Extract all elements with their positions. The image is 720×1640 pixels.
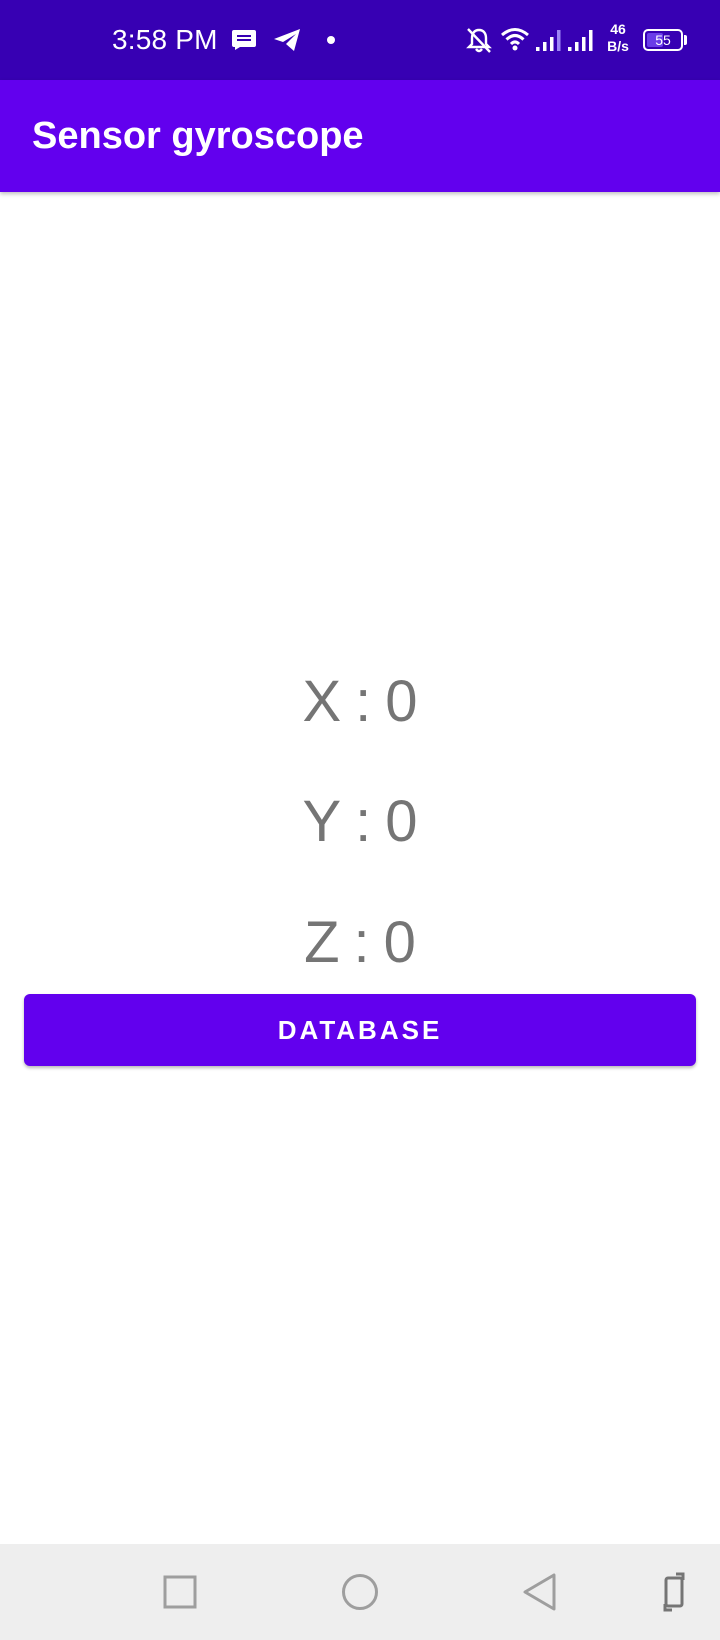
home-icon[interactable] [312, 1544, 408, 1640]
page-title: Sensor gyroscope [32, 115, 364, 157]
z-reading: Z:0 [0, 908, 720, 978]
z-label: Z [304, 910, 340, 975]
signal-icon [536, 30, 561, 51]
x-separator: : [355, 669, 372, 734]
x-reading: X:0 [0, 667, 720, 737]
network-speed-unit: B/s [607, 38, 629, 54]
battery-level: 55 [655, 32, 671, 48]
database-button[interactable]: DATABASE [24, 994, 696, 1066]
y-reading: Y:0 [0, 787, 720, 857]
back-icon[interactable] [492, 1544, 588, 1640]
y-label: Y [302, 789, 342, 854]
rotate-icon[interactable] [626, 1544, 720, 1640]
screen: 3:58 PM 46 B/s 55 Sensor gyroscope X: 0… [0, 0, 720, 1640]
x-label: X [302, 669, 342, 734]
x-value: 0 [385, 669, 418, 734]
z-value: 0 [383, 910, 416, 975]
y-separator: : [355, 789, 372, 854]
signal-icon [568, 30, 593, 51]
message-icon [232, 30, 256, 50]
telegram-icon [274, 29, 300, 51]
recents-icon[interactable] [132, 1544, 228, 1640]
app-bar: Sensor gyroscope [0, 80, 720, 192]
status-time: 3:58 PM [112, 24, 218, 55]
network-speed-value: 46 [610, 21, 626, 37]
z-separator: : [353, 910, 370, 975]
battery-tip [684, 35, 687, 45]
status-bar: 3:58 PM 46 B/s 55 [0, 0, 720, 80]
dot-icon [327, 36, 335, 44]
wifi-icon [501, 28, 529, 51]
network-speed: 46 B/s [603, 21, 633, 55]
y-value: 0 [385, 789, 418, 854]
battery-icon: 55 [643, 29, 683, 51]
navigation-bar [0, 1544, 720, 1640]
bell-off-icon [466, 28, 492, 53]
